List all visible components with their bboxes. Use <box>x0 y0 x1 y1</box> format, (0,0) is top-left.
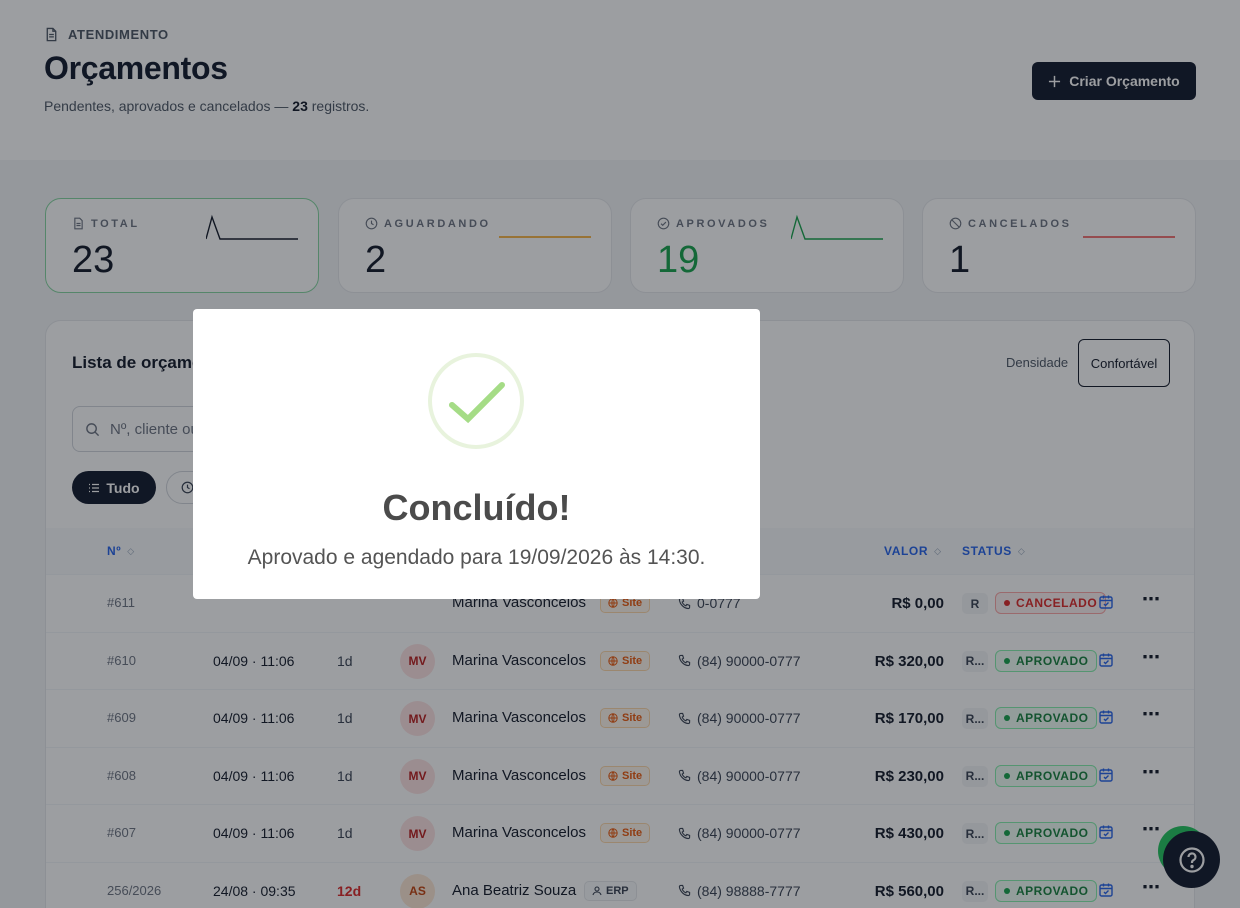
dialog-title: Concluído! <box>382 487 571 528</box>
success-dialog: Concluído! Aprovado e agendado para 19/0… <box>193 309 760 599</box>
check-icon <box>449 382 505 424</box>
dialog-message: Aprovado e agendado para 19/09/2026 às 1… <box>247 546 706 569</box>
